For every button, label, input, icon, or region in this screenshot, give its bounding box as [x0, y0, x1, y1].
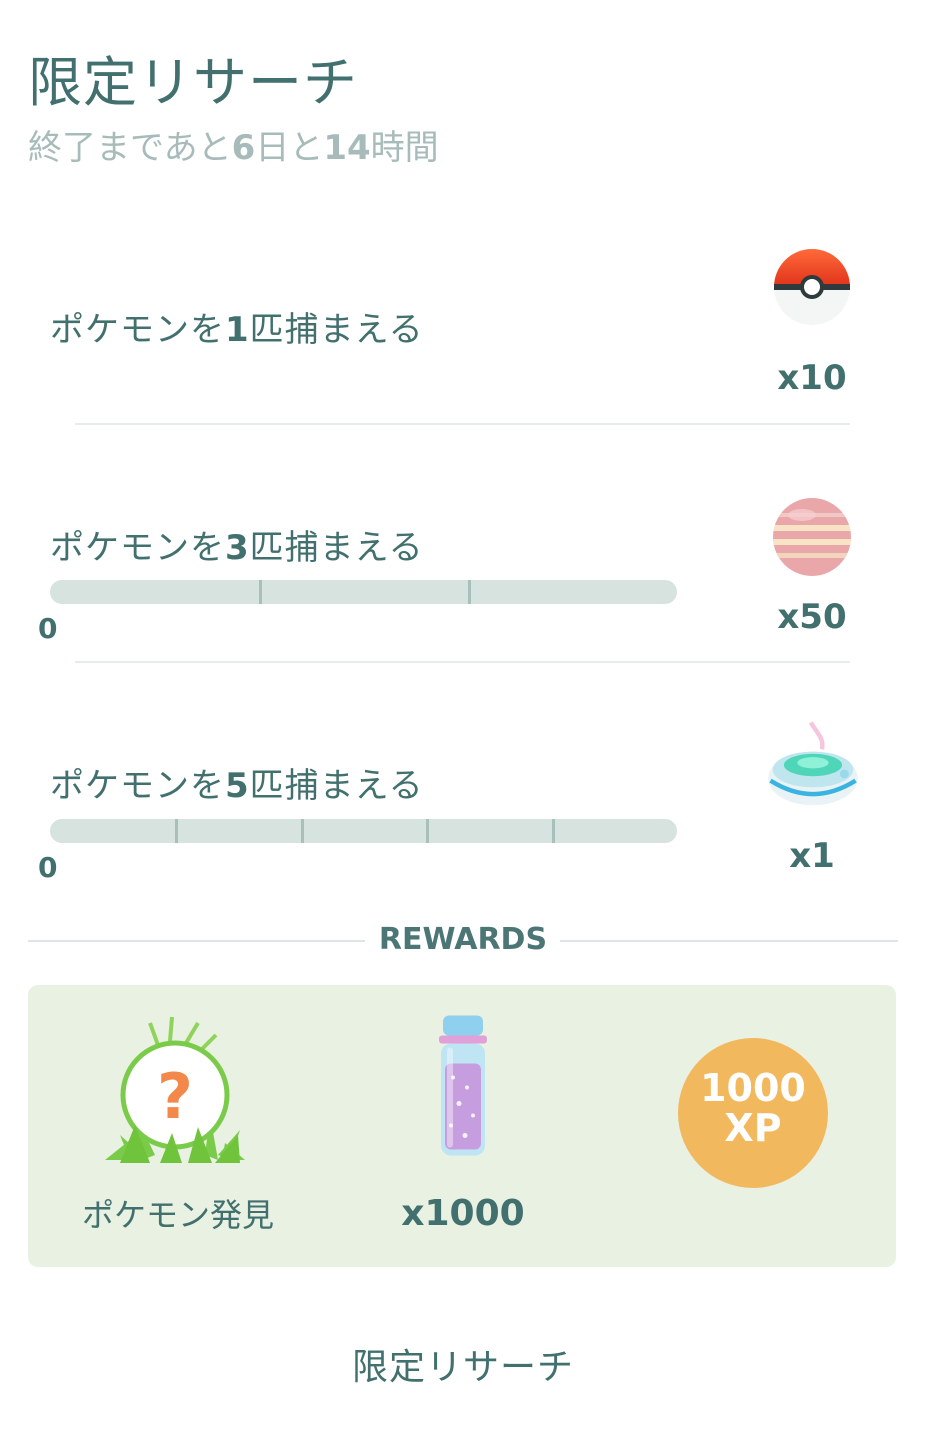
- days-value: 6: [231, 128, 256, 168]
- progress-tick: [552, 819, 555, 843]
- task-label-prefix: ポケモンを: [50, 528, 225, 568]
- rewards-header: REWARDS: [0, 922, 926, 962]
- days-unit: 日と: [255, 128, 324, 168]
- rewards-title: REWARDS: [378, 922, 548, 957]
- nanab-berry-icon: [773, 498, 851, 576]
- stardust-quantity: x1000: [401, 1193, 525, 1234]
- reward-quantity: x50: [777, 597, 847, 637]
- task-label-suffix: 匹捕まえる: [249, 310, 424, 350]
- divider: [75, 661, 850, 663]
- poke-ball-icon: [774, 249, 850, 325]
- svg-text:?: ?: [157, 1060, 193, 1133]
- xp-unit: XP: [724, 1106, 782, 1150]
- progress-tick: [426, 819, 429, 843]
- task-label: ポケモンを5匹捕まえる: [50, 758, 424, 807]
- task-label-suffix: 匹捕まえる: [249, 766, 424, 806]
- task-label-prefix: ポケモンを: [50, 310, 225, 350]
- xp-amount: 1000: [700, 1066, 806, 1110]
- pokemon-encounter-icon: ?: [105, 1016, 245, 1163]
- footer-tab-label[interactable]: 限定リサーチ: [0, 1338, 926, 1390]
- encounter-caption: ポケモン発見: [81, 1196, 274, 1234]
- page-title: 限定リサーチ: [28, 51, 358, 114]
- task-label: ポケモンを1匹捕まえる: [50, 302, 424, 351]
- task-count: 5: [225, 766, 250, 806]
- divider: [75, 423, 850, 425]
- divider: [560, 940, 898, 942]
- task-label: ポケモンを3匹捕まえる: [50, 520, 424, 569]
- reward-quantity: x1: [789, 836, 835, 876]
- incense-icon: [768, 721, 858, 806]
- progress-tick: [175, 819, 178, 843]
- task-label-suffix: 匹捕まえる: [249, 528, 424, 568]
- stardust-icon: [439, 1015, 487, 1156]
- progress-start-value: 0: [38, 851, 58, 884]
- progress-tick: [301, 819, 304, 843]
- progress-start-value: 0: [38, 612, 58, 645]
- task-count: 3: [225, 528, 250, 568]
- hours-unit: 時間: [370, 128, 439, 168]
- divider: [28, 940, 365, 942]
- progress-tick: [468, 580, 471, 604]
- progress-bar: [50, 580, 677, 604]
- rewards-panel: ? ポケモン発見 x1000 1000 XP: [28, 985, 896, 1267]
- task-count: 1: [225, 310, 250, 350]
- xp-badge: 1000 XP: [678, 1038, 828, 1188]
- progress-bar: [50, 819, 677, 843]
- task-label-prefix: ポケモンを: [50, 766, 225, 806]
- hours-value: 14: [323, 128, 371, 168]
- time-remaining: 終了まであと6日と14時間: [28, 120, 439, 169]
- reward-quantity: x10: [777, 358, 847, 398]
- progress-tick: [259, 580, 262, 604]
- time-prefix: 終了まであと: [28, 128, 232, 168]
